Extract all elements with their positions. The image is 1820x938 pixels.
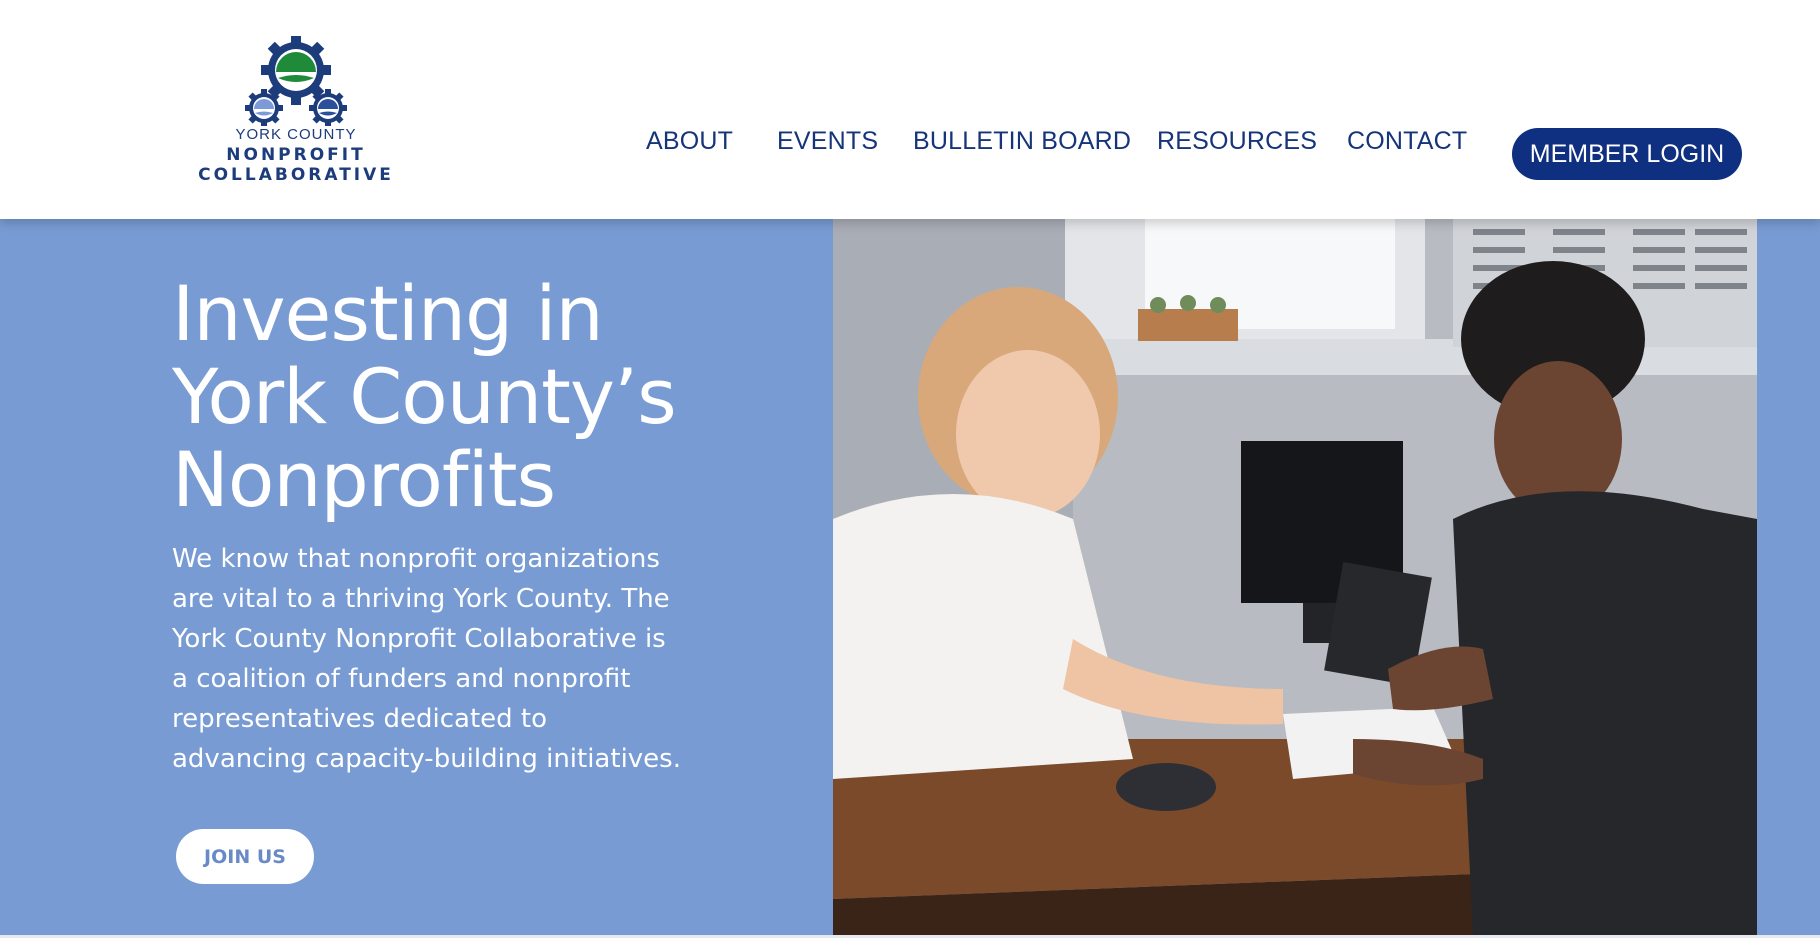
gears-logo-icon: [245, 36, 347, 126]
hero-desc-line: are vital to a thriving York County. The: [172, 584, 670, 614]
hero-title: Investing in York County’s Nonprofits: [172, 272, 812, 521]
hero-photo: [833, 219, 1757, 935]
hero-desc-line: York County Nonprofit Collaborative is: [172, 624, 666, 654]
hero-section: Investing in York County’s Nonprofits We…: [0, 219, 1820, 935]
hero-desc-line: advancing capacity-building initiatives.: [172, 744, 681, 774]
nav-item-contact[interactable]: CONTACT: [1347, 127, 1467, 156]
logo-text-collaborative: COLLABORATIVE: [198, 165, 394, 185]
hero-desc-line: We know that nonprofit organizations: [172, 544, 660, 574]
site-logo[interactable]: YORK COUNTY NONPROFIT COLLABORATIVE: [198, 36, 394, 186]
member-login-button[interactable]: MEMBER LOGIN: [1512, 128, 1742, 180]
nav-item-resources[interactable]: RESOURCES: [1157, 127, 1317, 156]
logo-text-york-county: YORK COUNTY: [235, 126, 357, 143]
logo-text-nonprofit: NONPROFIT: [226, 145, 366, 165]
site-header: YORK COUNTY NONPROFIT COLLABORATIVE ABOU…: [0, 0, 1820, 219]
hero-title-line: Investing in: [172, 269, 604, 358]
nav-item-bulletin-board[interactable]: BULLETIN BOARD: [913, 127, 1131, 156]
join-us-button[interactable]: JOIN US: [176, 829, 314, 884]
hero-description: We know that nonprofit organizations are…: [172, 539, 712, 779]
hero-photo-illustration: [833, 219, 1757, 935]
nav-item-events[interactable]: EVENTS: [777, 127, 878, 156]
hero-title-line: York County’s: [172, 352, 677, 441]
hero-desc-line: a coalition of funders and nonprofit: [172, 664, 631, 694]
hero-desc-line: representatives dedicated to: [172, 704, 548, 734]
nav-item-about[interactable]: ABOUT: [646, 127, 733, 156]
hero-title-line: Nonprofits: [172, 435, 556, 524]
